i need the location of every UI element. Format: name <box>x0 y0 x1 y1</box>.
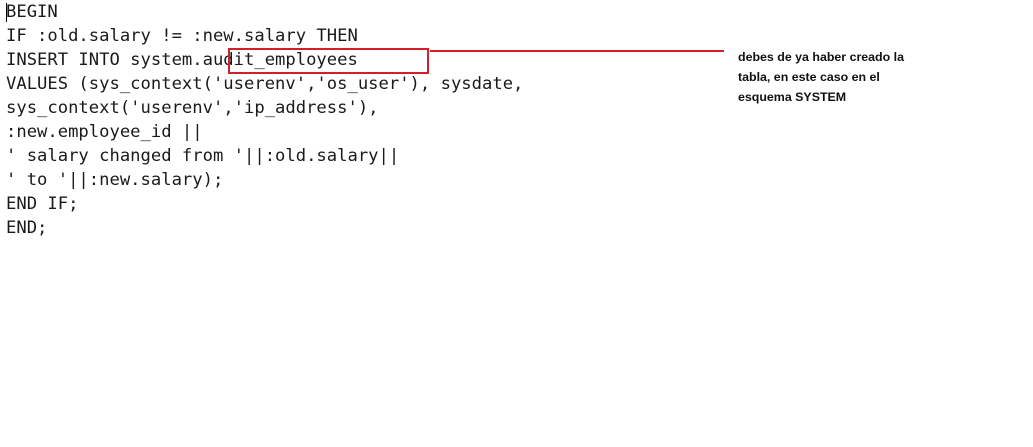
table-name-highlight-box <box>228 48 429 74</box>
code-line-9: END IF; <box>6 194 79 214</box>
code-line-7: ' salary changed from '||:old.salary|| <box>6 146 400 166</box>
annotation-note: debes de ya haber creado la tabla, en es… <box>738 47 953 107</box>
annotation-line-2: tabla, en este caso en el <box>738 70 880 84</box>
code-line-6: :new.employee_id || <box>6 122 203 142</box>
code-line-2: IF :old.salary != :new.salary THEN <box>6 26 358 46</box>
annotation-connector-line <box>430 50 724 52</box>
code-line-10: END; <box>6 218 48 238</box>
code-line-1: BEGIN <box>6 2 58 22</box>
code-editor[interactable]: BEGIN IF :old.salary != :new.salary THEN… <box>6 0 686 260</box>
code-line-5: sys_context('userenv','ip_address'), <box>6 98 379 118</box>
annotation-line-3: esquema SYSTEM <box>738 90 847 104</box>
code-line-4: VALUES (sys_context('userenv','os_user')… <box>6 74 524 94</box>
code-line-8: ' to '||:new.salary); <box>6 170 224 190</box>
annotation-line-1: debes de ya haber creado la <box>738 50 904 64</box>
